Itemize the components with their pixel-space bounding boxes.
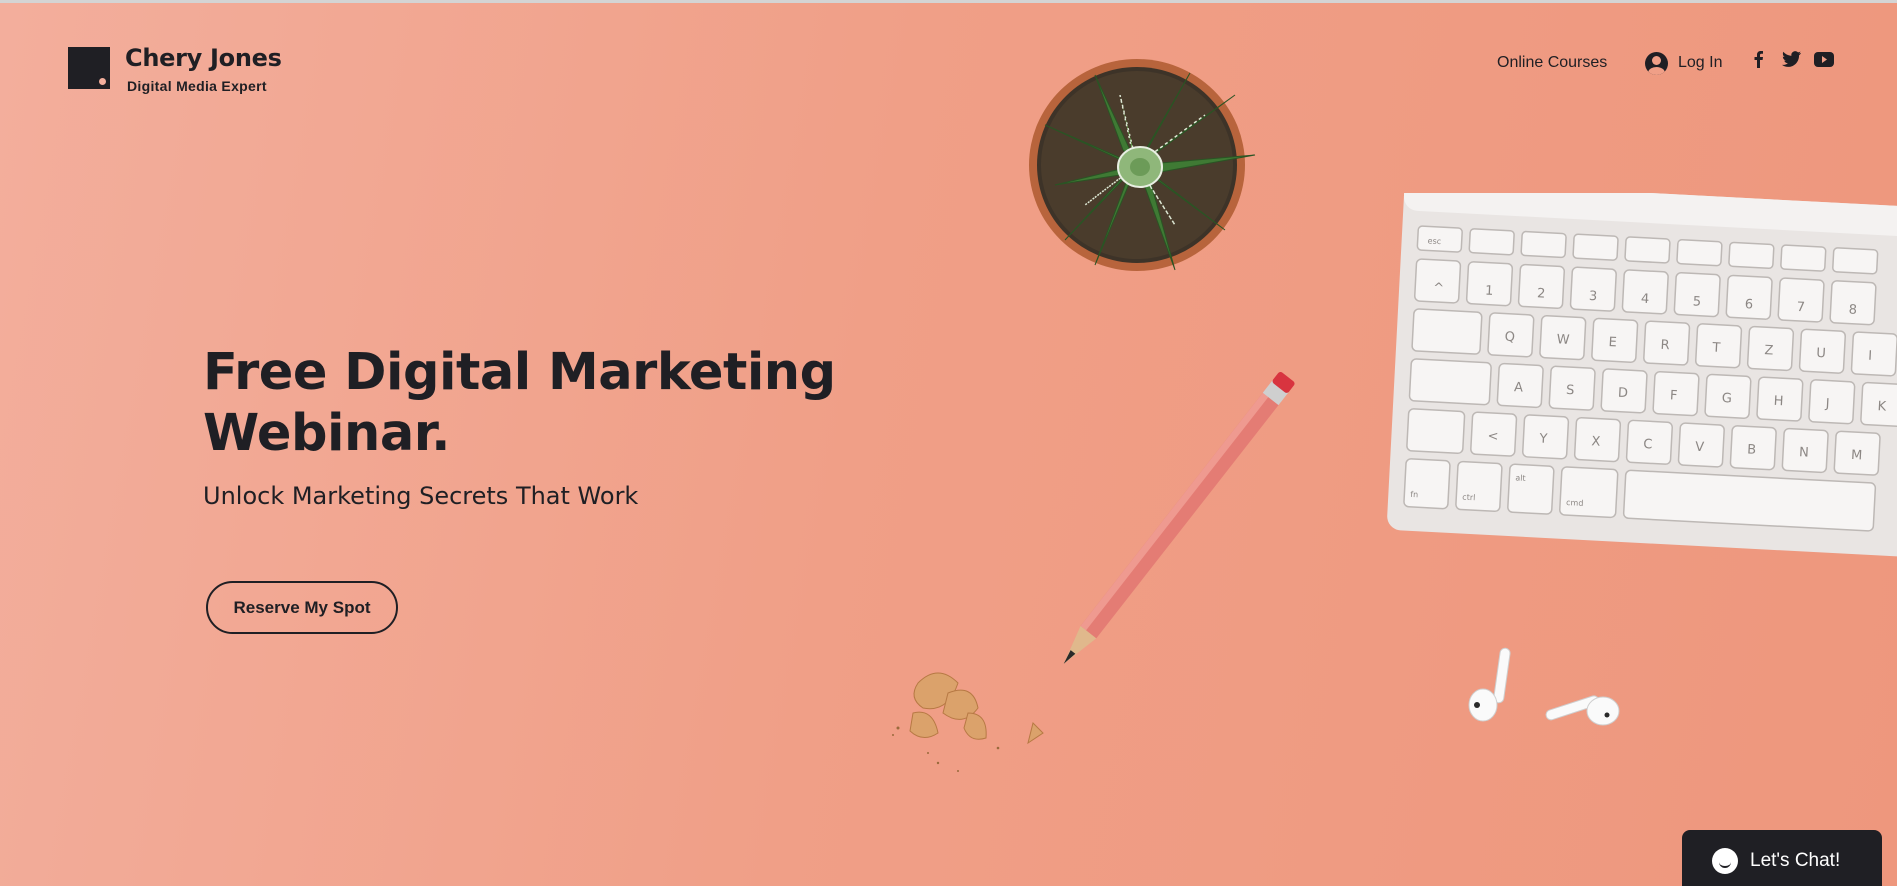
svg-text:2: 2 [1537,286,1546,301]
chat-widget-button[interactable]: Let's Chat! [1682,830,1882,886]
svg-text:6: 6 [1744,297,1753,312]
svg-text:H: H [1773,394,1784,409]
svg-text:R: R [1660,338,1670,353]
pencil-image [1063,371,1295,664]
svg-text:W: W [1556,332,1570,348]
svg-text:Y: Y [1538,431,1548,446]
svg-text:<: < [1487,429,1499,445]
svg-text:cmd: cmd [1566,498,1584,508]
svg-text:Z: Z [1764,343,1774,358]
svg-text:S: S [1566,383,1575,398]
keyboard-image: esc ^ 1 2 3 4 5 6 7 8 Q W E R T Z U I A … [1387,193,1897,559]
svg-text:F: F [1669,388,1677,403]
svg-text:G: G [1721,391,1732,407]
svg-text:8: 8 [1848,303,1857,318]
nav-online-courses[interactable]: Online Courses [1497,54,1607,72]
svg-text:alt: alt [1515,473,1526,483]
svg-text:3: 3 [1589,289,1598,304]
brand-name[interactable]: Chery Jones [125,44,282,72]
svg-text:M: M [1851,448,1863,464]
succulent-plant-image [1029,59,1256,271]
chat-label: Let's Chat! [1750,850,1841,871]
social-bar [1748,49,1834,69]
login-button[interactable]: Log In [1645,50,1722,76]
svg-text:X: X [1591,434,1601,449]
svg-text:E: E [1608,335,1617,350]
svg-text:U: U [1816,346,1826,361]
svg-text:I: I [1868,349,1873,364]
reserve-spot-button[interactable]: Reserve My Spot [206,581,398,634]
twitter-icon[interactable] [1781,49,1801,69]
svg-text:1: 1 [1485,284,1494,299]
svg-text:B: B [1747,442,1757,457]
hero-headline: Free Digital Marketing Webinar. [203,343,836,463]
svg-text:V: V [1695,440,1705,455]
key-caret: ^ [1433,281,1445,297]
svg-text:K: K [1877,399,1887,414]
facebook-icon[interactable] [1748,49,1768,69]
svg-text:J: J [1824,396,1830,411]
hero-subheadline: Unlock Marketing Secrets That Work [203,482,639,510]
youtube-icon[interactable] [1814,49,1834,69]
svg-text:C: C [1643,437,1653,452]
svg-text:D: D [1618,386,1629,402]
svg-text:7: 7 [1796,300,1805,315]
login-label: Log In [1678,54,1723,71]
hero-section: Chery Jones Digital Media Expert Online … [0,3,1897,886]
logo-mark[interactable] [68,47,110,89]
svg-text:4: 4 [1641,292,1650,307]
svg-text:T: T [1711,340,1721,355]
svg-text:N: N [1799,445,1810,460]
svg-text:A: A [1514,380,1524,395]
brand-tagline: Digital Media Expert [127,78,267,94]
key-esc: esc [1427,236,1441,246]
pencil-shavings-image [892,672,1044,772]
earbuds-image [1468,647,1620,726]
user-avatar-icon [1645,51,1668,75]
svg-text:fn: fn [1410,490,1418,499]
svg-text:5: 5 [1692,294,1701,309]
svg-text:ctrl: ctrl [1462,493,1476,503]
chat-icon [1712,848,1738,874]
logo-dot [99,78,106,85]
svg-text:Q: Q [1504,330,1515,346]
